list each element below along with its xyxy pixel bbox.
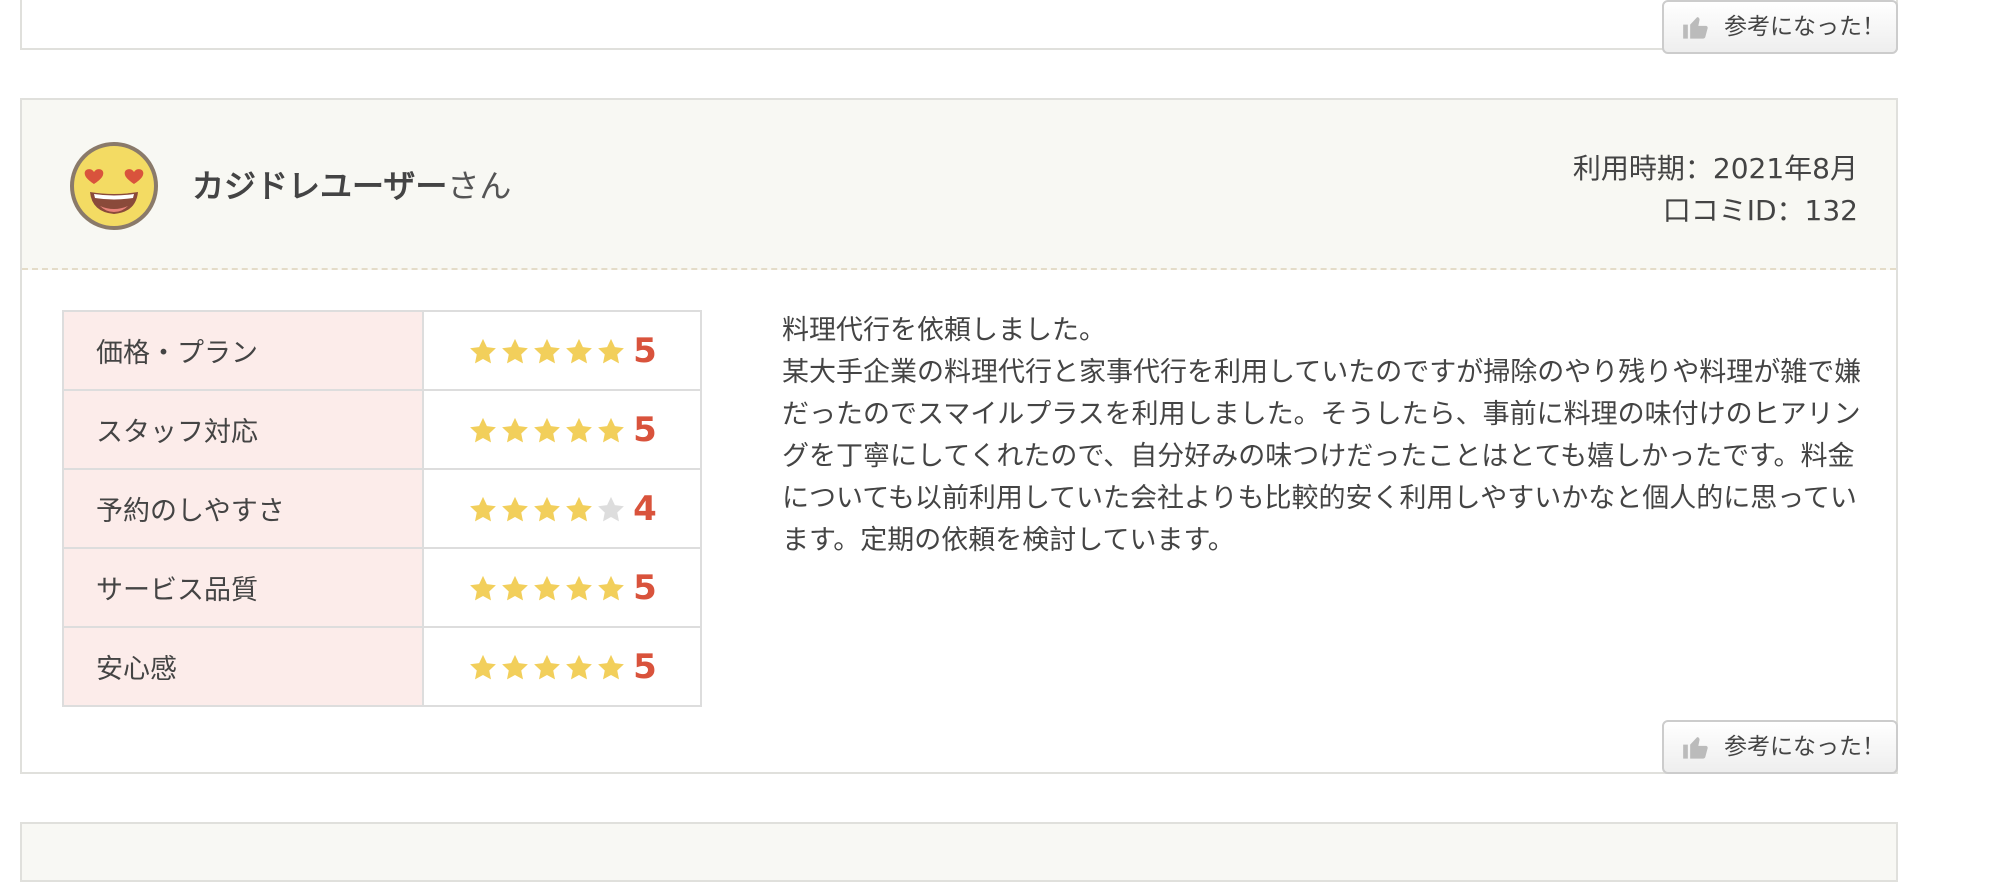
thumbs-up-icon [1683,17,1708,39]
star-filled-icon [598,575,625,600]
star-filled-icon [566,496,593,521]
helpful-button[interactable]: 参考になった！ [1662,0,1898,54]
helpful-button[interactable]: 参考になった！ [1662,720,1898,774]
star-filled-icon [470,417,497,442]
rating-row: 予約のしやすさ 4 [62,468,702,549]
star-filled-icon [470,338,497,363]
helpful-button-label: 参考になった！ [1724,14,1885,40]
ratings-table: 価格・プラン 5 スタッフ対応 5 予約のしやすさ 4 サービス品質 5 安心感 5 [62,310,702,707]
star-filled-icon [534,417,561,442]
star-filled-icon [502,496,529,521]
reviewer-name: カジドレユーザーさん [192,166,511,206]
star-filled-icon [470,496,497,521]
star-empty-icon [598,496,625,521]
star-filled-icon [534,654,561,679]
rating-score: 5 [422,389,702,470]
star-filled-icon [470,575,497,600]
review-id: 口コミID：132 [1662,194,1858,227]
rating-row: 安心感 5 [62,626,702,707]
rating-row: スタッフ対応 5 [62,389,702,470]
rating-stars [467,572,627,604]
star-filled-icon [598,654,625,679]
rating-stars [467,335,627,367]
rating-number: 5 [633,567,657,608]
star-filled-icon [502,654,529,679]
rating-number: 4 [633,488,657,529]
star-filled-icon [502,338,529,363]
rating-label: スタッフ対応 [62,389,424,470]
reviewer-honorific: さん [447,167,512,205]
rating-score: 5 [422,547,702,628]
star-filled-icon [470,654,497,679]
rating-score: 5 [422,626,702,707]
star-filled-icon [566,338,593,363]
heart-eyes-avatar-icon [70,142,158,230]
star-filled-icon [598,338,625,363]
star-filled-icon [566,417,593,442]
star-filled-icon [534,575,561,600]
review-card: カジドレユーザーさん 利用時期：2021年8月 口コミID：132 価格・プラン… [20,98,1898,774]
rating-score: 5 [422,310,702,391]
rating-label: 予約のしやすさ [62,468,424,549]
review-text: 料理代行を依頼しました。 某大手企業の料理代行と家事代行を利用していたのですが掃… [782,310,1862,562]
rating-score: 4 [422,468,702,549]
rating-number: 5 [633,409,657,450]
rating-row: サービス品質 5 [62,547,702,628]
rating-number: 5 [633,646,657,687]
rating-stars [467,493,627,525]
review-meta: 利用時期：2021年8月 口コミID：132 [1573,148,1858,232]
rating-stars [467,651,627,683]
next-review-card [20,822,1898,882]
star-filled-icon [502,575,529,600]
star-filled-icon [502,417,529,442]
star-filled-icon [534,496,561,521]
rating-number: 5 [633,330,657,371]
rating-row: 価格・プラン 5 [62,310,702,391]
review-text-line: 料理代行を依頼しました。 [782,315,1106,346]
star-filled-icon [566,575,593,600]
rating-label: サービス品質 [62,547,424,628]
star-filled-icon [534,338,561,363]
rating-label: 価格・プラン [62,310,424,391]
reviewer-name-text: カジドレユーザー [192,167,448,205]
previous-review-card: 参考になった！ [20,0,1898,54]
thumbs-up-icon [1683,737,1708,759]
review-header: カジドレユーザーさん 利用時期：2021年8月 口コミID：132 [22,100,1896,270]
rating-label: 安心感 [62,626,424,707]
usage-period: 利用時期：2021年8月 [1572,152,1858,185]
star-filled-icon [566,654,593,679]
star-filled-icon [598,417,625,442]
helpful-button-label: 参考になった！ [1724,734,1885,760]
rating-stars [467,414,627,446]
review-text-line: 某大手企業の料理代行と家事代行を利用していたのですが掃除のやり残りや料理が雑で嫌… [782,357,1862,556]
